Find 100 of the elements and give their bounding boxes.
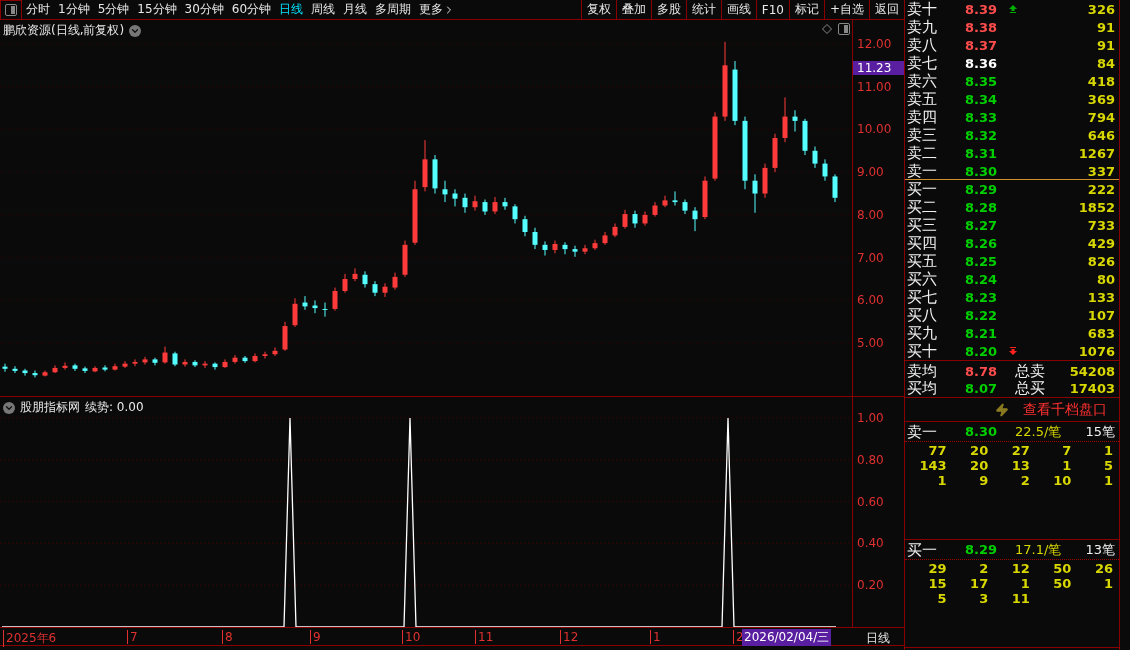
chart-title: 鹏欣资源(日线,前复权)	[3, 22, 125, 39]
candlestick	[342, 273, 348, 294]
level-price: 8.20	[965, 343, 999, 359]
level-price: 8.39	[965, 1, 999, 17]
level-volume: 80	[1095, 271, 1115, 287]
order-size: 1	[936, 474, 947, 488]
dropdown-icon[interactable]	[3, 401, 15, 414]
level-volume: 1076	[1077, 343, 1115, 359]
level-label: 买一	[907, 180, 938, 198]
period-label: 日线	[866, 630, 890, 647]
level-volume: 646	[1086, 127, 1115, 143]
indicator-axis-label: 0.60	[857, 494, 884, 509]
candlestick	[382, 282, 388, 298]
level-price: 8.21	[965, 325, 999, 341]
queue-count: 15笔	[1084, 422, 1115, 441]
candlestick	[32, 370, 38, 378]
toolbar-button[interactable]: F10	[755, 0, 789, 20]
level-label: 买五	[907, 252, 938, 270]
order-size: 15	[927, 577, 947, 591]
level-volume: 683	[1086, 325, 1115, 341]
price-axis-label: 9.00	[857, 165, 884, 180]
toolbar-button[interactable]: 复权	[580, 0, 616, 20]
time-axis-label: 7	[127, 630, 138, 644]
toolbar-button[interactable]: 标记	[788, 0, 824, 20]
time-axis-label: 2025年6	[3, 630, 57, 647]
candlestick	[632, 210, 638, 229]
order-size: 5	[1102, 459, 1113, 473]
period-tab[interactable]: 更多	[415, 0, 460, 20]
toolbar-button[interactable]: +自选	[823, 0, 869, 20]
candlestick	[542, 240, 548, 257]
indicator-reading: 续势: 0.00	[85, 399, 144, 416]
order-size: 3	[978, 592, 989, 606]
period-tab[interactable]: 月线	[339, 0, 372, 20]
current-price-tag: 11.23	[853, 61, 904, 75]
period-tab[interactable]: 60分钟	[227, 0, 276, 20]
order-size: 13	[1010, 459, 1030, 473]
level-price: 8.27	[965, 217, 999, 233]
candlestick	[672, 190, 678, 207]
level-label: 买四	[907, 234, 938, 252]
indicator-axis-label: 0.80	[857, 452, 884, 467]
order-depth-link[interactable]: 查看千档盘口	[1023, 400, 1107, 419]
toolbar-button[interactable]: 叠加	[615, 0, 651, 20]
candlestick	[572, 245, 578, 258]
order-size: 2	[1019, 474, 1030, 488]
order-size: 1	[1102, 474, 1113, 488]
dropdown-icon[interactable]	[129, 24, 142, 37]
candlestick	[752, 173, 758, 214]
period-tab[interactable]: 15分钟	[133, 0, 181, 20]
queue-average: 22.5/笔	[1015, 422, 1063, 441]
queue-label: 买一	[907, 540, 938, 559]
summary-label: 卖均	[907, 362, 938, 380]
queue-label: 卖一	[907, 422, 938, 441]
period-tab[interactable]: 5分钟	[93, 0, 134, 20]
toolbar-button[interactable]: 多股	[650, 0, 686, 20]
toolbar-button[interactable]: 返回	[869, 0, 904, 20]
candlestick	[782, 96, 788, 143]
panel-toggle-icon[interactable]	[5, 3, 17, 16]
indicator-axis-label: 0.40	[857, 536, 884, 551]
candlestick	[562, 241, 568, 255]
level-label: 卖一	[907, 162, 938, 180]
total-label: 总买	[1015, 379, 1046, 397]
layout-toggle-icon[interactable]	[0, 0, 22, 20]
order-size: 1	[1061, 459, 1072, 473]
candlestick	[102, 364, 108, 372]
total-volume: 54208	[1068, 363, 1115, 379]
level-price: 8.25	[965, 253, 999, 269]
toolbar-button[interactable]: 统计	[685, 0, 721, 20]
price-axis-label: 10.00	[857, 122, 892, 137]
period-tab[interactable]: 30分钟	[180, 0, 228, 20]
candlestick	[472, 195, 478, 212]
period-tab[interactable]: 1分钟	[54, 0, 94, 20]
order-size: 50	[1052, 577, 1072, 591]
candlestick	[462, 193, 468, 214]
order-size: 50	[1052, 562, 1072, 576]
level-label: 卖十	[907, 0, 938, 18]
candlestick	[22, 368, 28, 377]
period-tab[interactable]: 周线	[307, 0, 340, 20]
price-axis-label: 11.00	[857, 79, 892, 94]
queue-price: 8.29	[965, 542, 999, 557]
level-price: 8.38	[965, 19, 999, 35]
total-volume: 17403	[1068, 380, 1115, 396]
level-label: 卖七	[907, 54, 938, 72]
price-axis-label: 12.00	[857, 36, 892, 51]
indicator-title: 股朋指标网	[20, 399, 80, 416]
level-price: 8.37	[965, 37, 999, 53]
period-tab[interactable]: 日线	[275, 0, 308, 20]
level-volume: 91	[1095, 37, 1115, 53]
level-volume: 733	[1086, 217, 1115, 233]
level-volume: 794	[1086, 109, 1115, 125]
cursor-date-tag: 2026/02/04/三	[742, 629, 832, 646]
level-volume: 91	[1095, 19, 1115, 35]
level-price: 8.33	[965, 109, 999, 125]
level-price: 8.35	[965, 73, 999, 89]
panel-toggle-icon[interactable]	[838, 23, 850, 35]
period-tab[interactable]: 多周期	[371, 0, 416, 20]
level-volume: 84	[1095, 55, 1115, 71]
toolbar-button[interactable]: 画线	[720, 0, 756, 20]
period-tab[interactable]: 分时	[22, 0, 54, 20]
level-volume: 418	[1086, 73, 1115, 89]
level-volume: 107	[1086, 307, 1115, 323]
